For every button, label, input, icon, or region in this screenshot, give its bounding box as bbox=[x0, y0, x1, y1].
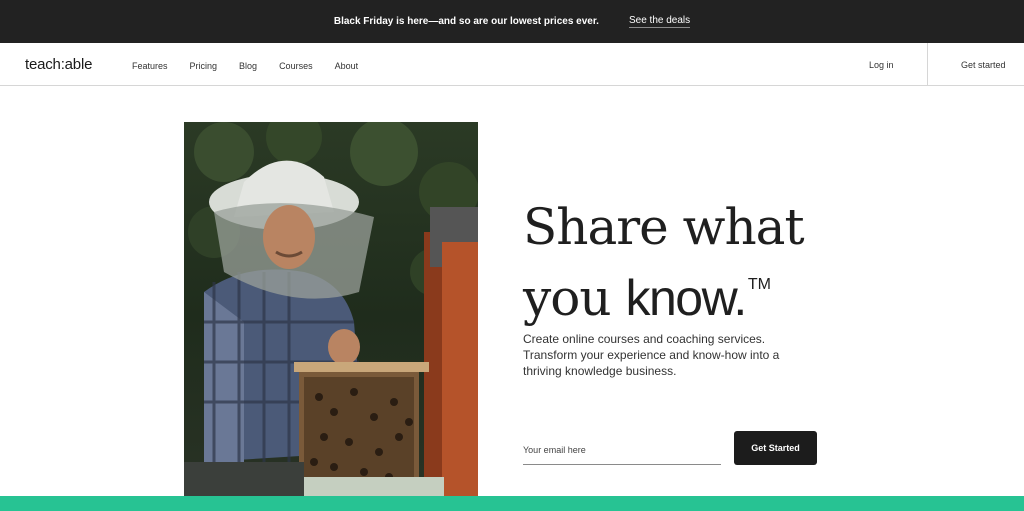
nav-link-features[interactable]: Features bbox=[132, 61, 168, 71]
top-nav: teach:able Features Pricing Blog Courses… bbox=[0, 43, 1024, 86]
trademark-symbol: TM bbox=[747, 276, 771, 293]
accent-strip bbox=[0, 496, 1024, 511]
headline-line-1: Share what bbox=[523, 198, 805, 256]
headline-emphasis: know. bbox=[625, 270, 747, 326]
nav-link-pricing[interactable]: Pricing bbox=[190, 61, 218, 71]
nav-divider bbox=[927, 43, 928, 86]
nav-link-blog[interactable]: Blog bbox=[239, 61, 257, 71]
nav-link-about[interactable]: About bbox=[335, 61, 359, 71]
hero-photo-beekeeper bbox=[184, 122, 478, 511]
email-field-wrapper bbox=[523, 437, 721, 465]
beekeeper-illustration bbox=[184, 122, 478, 511]
get-started-nav-link[interactable]: Get started bbox=[961, 60, 1006, 70]
teachable-logo[interactable]: teach:able bbox=[25, 56, 92, 73]
headline-line-2-prefix: you bbox=[523, 269, 626, 327]
nav-links: Features Pricing Blog Courses About bbox=[132, 61, 358, 71]
nav-link-courses[interactable]: Courses bbox=[279, 61, 313, 71]
email-input[interactable] bbox=[523, 437, 721, 463]
login-link[interactable]: Log in bbox=[869, 60, 894, 70]
promo-bar: Black Friday is here—and so are our lowe… bbox=[0, 0, 1024, 43]
hero-headline: Share what you know. TM bbox=[523, 198, 843, 327]
promo-text: Black Friday is here—and so are our lowe… bbox=[333, 16, 599, 27]
hero-subtext: Create online courses and coaching servi… bbox=[523, 332, 780, 378]
see-deals-link[interactable]: See the deals bbox=[628, 15, 691, 28]
get-started-button[interactable]: Get Started bbox=[734, 431, 817, 465]
